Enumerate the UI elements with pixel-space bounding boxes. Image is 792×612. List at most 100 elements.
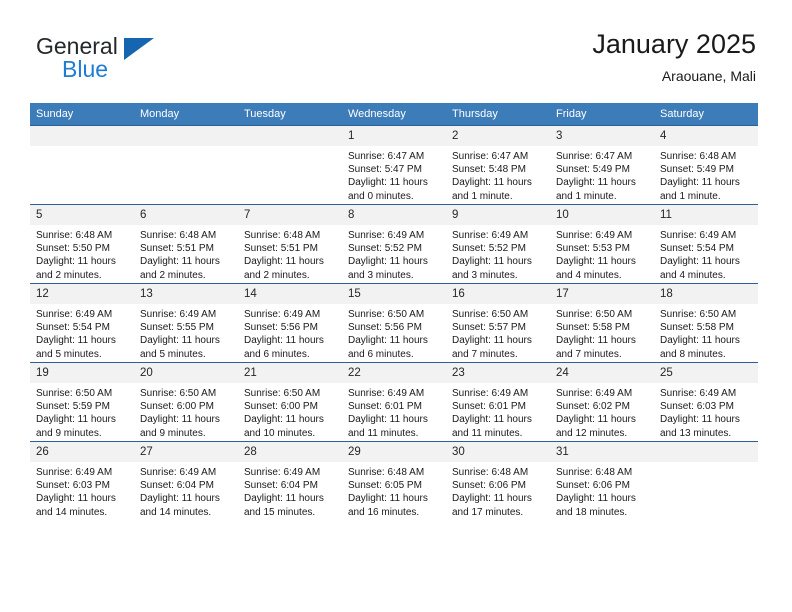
calendar-day-cell[interactable]: 27 Sunrise: 6:49 AM Sunset: 6:04 PM Dayligh… — [134, 441, 238, 520]
weekday-header-monday: Monday — [134, 103, 238, 126]
day-details: Sunrise: 6:50 AM Sunset: 5:56 PM Daylight:… — [342, 304, 446, 361]
calendar-day-cell[interactable]: 20 Sunrise: 6:50 AM Sunset: 6:00 PM Dayligh… — [134, 362, 238, 442]
daylight-text-line1: Daylight: 11 hours — [556, 256, 636, 268]
day-details: Sunrise: 6:49 AM Sunset: 6:03 PM Daylight:… — [30, 462, 134, 519]
sunrise-text: Sunrise: 6:48 AM — [348, 467, 425, 478]
calendar-day-cell[interactable]: 3 Sunrise: 6:47 AM Sunset: 5:49 PM Daylight… — [550, 125, 654, 205]
calendar-day-cell[interactable]: 7 Sunrise: 6:48 AM Sunset: 5:51 PM Daylight… — [238, 204, 342, 284]
calendar-week-row: 26 Sunrise: 6:49 AM Sunset: 6:03 PM Dayligh… — [30, 441, 758, 520]
daylight-text-line2: and 4 minutes. — [660, 269, 726, 281]
calendar-day-cell[interactable]: 24 Sunrise: 6:49 AM Sunset: 6:02 PM Dayligh… — [550, 362, 654, 442]
calendar-day-cell[interactable]: 22 Sunrise: 6:49 AM Sunset: 6:01 PM Dayligh… — [342, 362, 446, 442]
calendar-day-cell[interactable]: 5 Sunrise: 6:48 AM Sunset: 5:50 PM Daylight… — [30, 204, 134, 284]
sunrise-text: Sunrise: 6:49 AM — [660, 230, 737, 241]
calendar-day-cell[interactable]: 28 Sunrise: 6:49 AM Sunset: 6:04 PM Dayligh… — [238, 441, 342, 520]
daylight-text-line2: and 18 minutes. — [556, 506, 628, 518]
calendar-day-cell[interactable]: 12 Sunrise: 6:49 AM Sunset: 5:54 PM Dayligh… — [30, 283, 134, 363]
sunset-text: Sunset: 5:53 PM — [556, 243, 630, 255]
calendar-day-cell[interactable]: 30 Sunrise: 6:48 AM Sunset: 6:06 PM Dayligh… — [446, 441, 550, 520]
day-number: 15 — [342, 284, 446, 304]
sunrise-text: Sunrise: 6:49 AM — [244, 309, 321, 320]
sunset-text: Sunset: 5:58 PM — [556, 322, 630, 334]
daylight-text-line2: and 2 minutes. — [36, 269, 102, 281]
daylight-text-line2: and 6 minutes. — [348, 348, 414, 360]
calendar-day-cell[interactable]: 6 Sunrise: 6:48 AM Sunset: 5:51 PM Daylight… — [134, 204, 238, 284]
day-details: Sunrise: 6:48 AM Sunset: 5:51 PM Daylight:… — [238, 225, 342, 282]
day-number: 20 — [134, 363, 238, 383]
sunset-text: Sunset: 5:54 PM — [36, 322, 110, 334]
daylight-text-line2: and 12 minutes. — [556, 427, 628, 439]
calendar-day-cell[interactable]: 17 Sunrise: 6:50 AM Sunset: 5:58 PM Dayligh… — [550, 283, 654, 363]
calendar-day-cell[interactable]: 29 Sunrise: 6:48 AM Sunset: 6:05 PM Dayligh… — [342, 441, 446, 520]
calendar-day-cell[interactable]: 11 Sunrise: 6:49 AM Sunset: 5:54 PM Dayligh… — [654, 204, 758, 284]
sunrise-text: Sunrise: 6:49 AM — [140, 467, 217, 478]
calendar-day-cell[interactable]: 13 Sunrise: 6:49 AM Sunset: 5:55 PM Dayligh… — [134, 283, 238, 363]
calendar-week-row: 1 Sunrise: 6:47 AM Sunset: 5:47 PM Daylight… — [30, 125, 758, 205]
day-details: Sunrise: 6:48 AM Sunset: 6:05 PM Daylight:… — [342, 462, 446, 519]
sunrise-text: Sunrise: 6:50 AM — [36, 388, 113, 399]
daylight-text-line1: Daylight: 11 hours — [452, 414, 532, 426]
general-blue-logo: General Blue — [36, 33, 216, 85]
calendar-day-cell[interactable]: 31 Sunrise: 6:48 AM Sunset: 6:06 PM Dayligh… — [550, 441, 654, 520]
day-number: 24 — [550, 363, 654, 383]
calendar-day-cell[interactable]: 18 Sunrise: 6:50 AM Sunset: 5:58 PM Dayligh… — [654, 283, 758, 363]
sunrise-text: Sunrise: 6:49 AM — [36, 467, 113, 478]
calendar-day-cell[interactable]: 4 Sunrise: 6:48 AM Sunset: 5:49 PM Daylight… — [654, 125, 758, 205]
day-details: Sunrise: 6:48 AM Sunset: 5:49 PM Daylight:… — [654, 146, 758, 203]
daylight-text-line1: Daylight: 11 hours — [244, 256, 324, 268]
calendar-day-cell[interactable]: 23 Sunrise: 6:49 AM Sunset: 6:01 PM Dayligh… — [446, 362, 550, 442]
calendar-day-cell[interactable]: 25 Sunrise: 6:49 AM Sunset: 6:03 PM Dayligh… — [654, 362, 758, 442]
day-number: 8 — [342, 205, 446, 225]
daylight-text-line1: Daylight: 11 hours — [140, 493, 220, 505]
day-details: Sunrise: 6:49 AM Sunset: 5:55 PM Daylight:… — [134, 304, 238, 361]
daylight-text-line1: Daylight: 11 hours — [348, 335, 428, 347]
sunset-text: Sunset: 6:04 PM — [140, 480, 214, 492]
weekday-header-row: Sunday Monday Tuesday Wednesday Thursday… — [30, 103, 758, 126]
day-number: 27 — [134, 442, 238, 462]
calendar-day-cell[interactable]: 21 Sunrise: 6:50 AM Sunset: 6:00 PM Dayligh… — [238, 362, 342, 442]
sunrise-text: Sunrise: 6:49 AM — [660, 388, 737, 399]
day-details: Sunrise: 6:48 AM Sunset: 5:51 PM Daylight:… — [134, 225, 238, 282]
calendar-day-cell[interactable]: 9 Sunrise: 6:49 AM Sunset: 5:52 PM Daylight… — [446, 204, 550, 284]
daylight-text-line1: Daylight: 11 hours — [556, 177, 636, 189]
calendar-day-cell[interactable]: 2 Sunrise: 6:47 AM Sunset: 5:48 PM Daylight… — [446, 125, 550, 205]
sunrise-text: Sunrise: 6:50 AM — [244, 388, 321, 399]
weekday-header-sunday: Sunday — [30, 103, 134, 126]
day-details: Sunrise: 6:50 AM Sunset: 6:00 PM Daylight:… — [238, 383, 342, 440]
sunset-text: Sunset: 5:52 PM — [452, 243, 526, 255]
sunrise-text: Sunrise: 6:50 AM — [452, 309, 529, 320]
day-details — [654, 462, 758, 466]
day-details: Sunrise: 6:49 AM Sunset: 5:54 PM Daylight:… — [30, 304, 134, 361]
daylight-text-line1: Daylight: 11 hours — [348, 256, 428, 268]
day-details: Sunrise: 6:49 AM Sunset: 6:04 PM Daylight:… — [238, 462, 342, 519]
sunset-text: Sunset: 5:56 PM — [244, 322, 318, 334]
daylight-text-line1: Daylight: 11 hours — [348, 177, 428, 189]
calendar-day-cell[interactable]: 8 Sunrise: 6:49 AM Sunset: 5:52 PM Daylight… — [342, 204, 446, 284]
sunrise-text: Sunrise: 6:50 AM — [140, 388, 217, 399]
sunrise-text: Sunrise: 6:47 AM — [348, 151, 425, 162]
calendar-day-cell[interactable]: 10 Sunrise: 6:49 AM Sunset: 5:53 PM Dayligh… — [550, 204, 654, 284]
calendar-day-cell[interactable]: 15 Sunrise: 6:50 AM Sunset: 5:56 PM Dayligh… — [342, 283, 446, 363]
weekday-header-thursday: Thursday — [446, 103, 550, 126]
daylight-text-line2: and 16 minutes. — [348, 506, 420, 518]
calendar-day-cell[interactable]: 14 Sunrise: 6:49 AM Sunset: 5:56 PM Dayligh… — [238, 283, 342, 363]
sunrise-text: Sunrise: 6:49 AM — [556, 230, 633, 241]
daylight-text-line2: and 15 minutes. — [244, 506, 316, 518]
daylight-text-line1: Daylight: 11 hours — [36, 414, 116, 426]
sunrise-text: Sunrise: 6:50 AM — [556, 309, 633, 320]
day-number: 5 — [30, 205, 134, 225]
calendar-day-cell[interactable]: 1 Sunrise: 6:47 AM Sunset: 5:47 PM Daylight… — [342, 125, 446, 205]
calendar-day-cell[interactable]: 26 Sunrise: 6:49 AM Sunset: 6:03 PM Dayligh… — [30, 441, 134, 520]
calendar-day-cell[interactable]: 16 Sunrise: 6:50 AM Sunset: 5:57 PM Dayligh… — [446, 283, 550, 363]
day-details: Sunrise: 6:49 AM Sunset: 6:03 PM Daylight:… — [654, 383, 758, 440]
daylight-text-line1: Daylight: 11 hours — [556, 414, 636, 426]
calendar-day-cell[interactable]: 19 Sunrise: 6:50 AM Sunset: 5:59 PM Dayligh… — [30, 362, 134, 442]
page-subtitle: Araouane, Mali — [661, 68, 756, 84]
calendar-day-cell-empty — [654, 441, 758, 520]
daylight-text-line2: and 8 minutes. — [660, 348, 726, 360]
sunset-text: Sunset: 5:58 PM — [660, 322, 734, 334]
weekday-header-saturday: Saturday — [654, 103, 758, 126]
day-details — [30, 146, 134, 150]
sunset-text: Sunset: 5:47 PM — [348, 164, 422, 176]
sunset-text: Sunset: 5:54 PM — [660, 243, 734, 255]
